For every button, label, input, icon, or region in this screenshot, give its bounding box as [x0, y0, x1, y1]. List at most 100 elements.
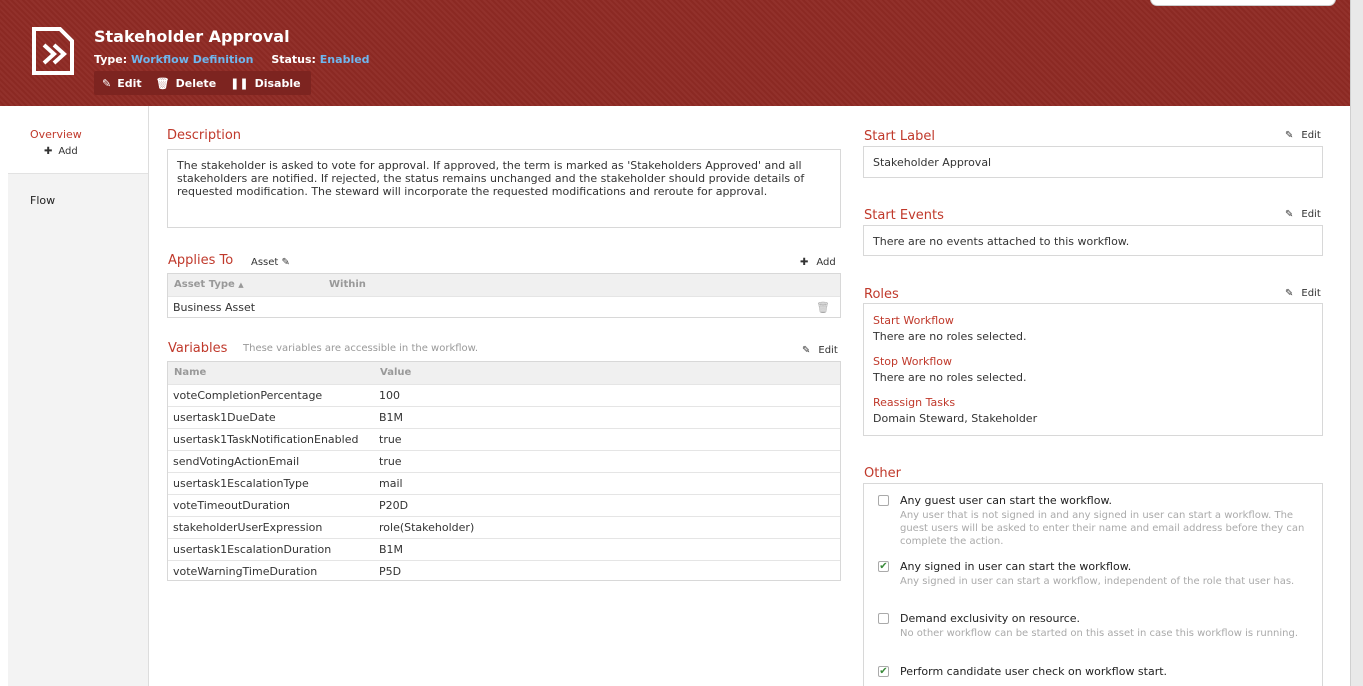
role-title[interactable]: Start Workflow	[873, 314, 1322, 327]
start-events-edit-button[interactable]: ✎ Edit	[1285, 209, 1321, 220]
variable-name-cell: voteTimeoutDuration	[168, 493, 374, 516]
pencil-icon: ✎	[1285, 288, 1294, 299]
column-header-within[interactable]: Within	[323, 274, 840, 296]
option-desc: Any signed in user can start a workflow,…	[900, 576, 1295, 587]
disable-button[interactable]: ❚❚ Disable	[230, 77, 300, 90]
variable-value-cell: B1M	[374, 537, 840, 560]
table-row: usertask1EscalationType mail	[168, 471, 840, 494]
option-title: Any signed in user can start the workflo…	[900, 560, 1132, 573]
roles-edit-button[interactable]: ✎ Edit	[1285, 288, 1321, 299]
description-heading: Description	[167, 128, 242, 143]
table-row: usertask1DueDate B1M	[168, 405, 840, 428]
variable-value-cell: B1M	[374, 405, 840, 428]
variable-name-cell: usertask1DueDate	[168, 405, 374, 428]
variable-name-cell: usertask1EscalationType	[168, 471, 374, 494]
role-value: Domain Steward, Stakeholder	[873, 412, 1038, 425]
option-title: Perform candidate user check on workflow…	[900, 665, 1168, 678]
table-row: stakeholderUserExpression role(Stakeholde…	[168, 515, 840, 538]
asset-type-cell: Business Asset	[168, 295, 323, 318]
pencil-icon: ✎	[1285, 130, 1294, 141]
variable-value-cell: role(Stakeholder)	[374, 515, 840, 538]
column-header-asset-type[interactable]: Asset Type ▲	[168, 274, 323, 296]
variable-name-cell: usertask1EscalationDuration	[168, 537, 374, 560]
roles-panel: Start Workflow There are no roles select…	[863, 303, 1323, 436]
sidebar: Overview ✚ Add Flow	[8, 106, 149, 686]
table-row: voteWarningTimeDuration P5D	[168, 559, 840, 582]
variables-edit-label: Edit	[818, 345, 838, 356]
variable-value-cell: mail	[374, 471, 840, 494]
header-meta: Type: Workflow Definition Status: Enable…	[94, 53, 384, 66]
global-search-input[interactable]	[1150, 0, 1336, 6]
option-desc: Any user that is not signed in and any s…	[900, 510, 1305, 547]
option-desc: No other workflow can be started on this…	[900, 628, 1299, 639]
variable-value-cell: 100	[374, 383, 840, 406]
variable-value-cell: P5D	[374, 559, 840, 582]
workflow-icon	[32, 27, 74, 75]
variables-table: Name Value voteCompletionPercentage 100 us…	[167, 361, 841, 582]
variables-edit-button[interactable]: ✎ Edit	[802, 345, 838, 356]
pencil-icon: ✎	[281, 257, 290, 268]
pencil-icon: ✎	[802, 345, 811, 356]
role-title[interactable]: Stop Workflow	[873, 355, 1322, 368]
role-title[interactable]: Reassign Tasks	[873, 396, 1322, 409]
scrollbar[interactable]	[1350, 0, 1363, 686]
option-guest-start: Any guest user can start the workflow. A…	[878, 494, 1308, 548]
role-reassign-tasks: Reassign Tasks Domain Steward, Stakehold…	[864, 396, 1322, 425]
applies-to-add-label: Add	[816, 257, 836, 268]
candidate-check-checkbox[interactable]: ✔	[878, 666, 889, 677]
description-text: The stakeholder is asked to vote for app…	[167, 149, 841, 228]
sidebar-overview-label[interactable]: Overview	[30, 128, 148, 141]
role-value: There are no roles selected.	[873, 371, 1027, 384]
trash-icon: 🗑	[816, 300, 830, 314]
variable-name-cell: stakeholderUserExpression	[168, 515, 374, 538]
table-row: Business Asset 🗑	[168, 295, 840, 318]
pause-icon: ❚❚	[230, 76, 249, 90]
applies-to-heading: Applies To	[168, 253, 234, 268]
sidebar-item-flow[interactable]: Flow	[8, 174, 148, 207]
applies-to-table: Asset Type ▲ Within Business Asset 🗑	[167, 273, 841, 318]
column-header-name[interactable]: Name	[168, 362, 374, 384]
variables-heading: Variables	[168, 341, 228, 356]
sidebar-add-button[interactable]: ✚ Add	[44, 146, 148, 157]
disable-label: Disable	[254, 76, 301, 90]
other-panel: Any guest user can start the workflow. A…	[863, 483, 1323, 686]
table-row: usertask1TaskNotificationEnabled true	[168, 427, 840, 450]
variable-name-cell: usertask1TaskNotificationEnabled	[168, 427, 374, 450]
type-value[interactable]: Workflow Definition	[131, 53, 254, 66]
signed-in-start-checkbox[interactable]: ✔	[878, 561, 889, 572]
role-start-workflow: Start Workflow There are no roles select…	[864, 314, 1322, 343]
pencil-icon: ✎	[1285, 209, 1294, 220]
role-stop-workflow: Stop Workflow There are no roles selecte…	[864, 355, 1322, 384]
table-row: voteCompletionPercentage 100	[168, 383, 840, 406]
delete-button[interactable]: 🗑 Delete	[156, 77, 217, 90]
delete-row-button[interactable]: 🗑	[323, 295, 840, 318]
table-row: sendVotingActionEmail true	[168, 449, 840, 472]
column-header-value[interactable]: Value	[374, 362, 840, 384]
table-row: voteTimeoutDuration P20D	[168, 493, 840, 516]
variable-name-cell: voteCompletionPercentage	[168, 383, 374, 406]
start-label-edit-label: Edit	[1301, 130, 1321, 141]
edit-button[interactable]: ✎ Edit	[102, 77, 142, 90]
table-header-row: Name Value	[168, 362, 840, 384]
table-row: usertask1EscalationDuration B1M	[168, 537, 840, 560]
guest-start-checkbox[interactable]	[878, 495, 889, 506]
asset-edit-link[interactable]: Asset ✎	[251, 257, 290, 268]
sidebar-item-overview[interactable]: Overview ✚ Add	[8, 106, 148, 174]
roles-heading: Roles	[864, 287, 899, 302]
delete-label: Delete	[175, 76, 217, 90]
start-label-value: Stakeholder Approval	[863, 146, 1323, 178]
type-label: Type:	[94, 53, 128, 66]
start-events-heading: Start Events	[864, 208, 944, 223]
trash-icon: 🗑	[155, 76, 170, 90]
start-label-heading: Start Label	[864, 129, 935, 144]
roles-edit-label: Edit	[1301, 288, 1321, 299]
start-events-value: There are no events attached to this wor…	[863, 225, 1323, 256]
start-label-edit-button[interactable]: ✎ Edit	[1285, 130, 1321, 141]
variable-name-cell: sendVotingActionEmail	[168, 449, 374, 472]
option-title: Demand exclusivity on resource.	[900, 612, 1081, 625]
page-title: Stakeholder Approval	[94, 27, 290, 46]
status-value[interactable]: Enabled	[320, 53, 370, 66]
option-candidate-check: ✔ Perform candidate user check on workfl…	[878, 665, 1308, 678]
applies-to-add-button[interactable]: ✚ Add	[800, 257, 836, 268]
exclusivity-checkbox[interactable]	[878, 613, 889, 624]
